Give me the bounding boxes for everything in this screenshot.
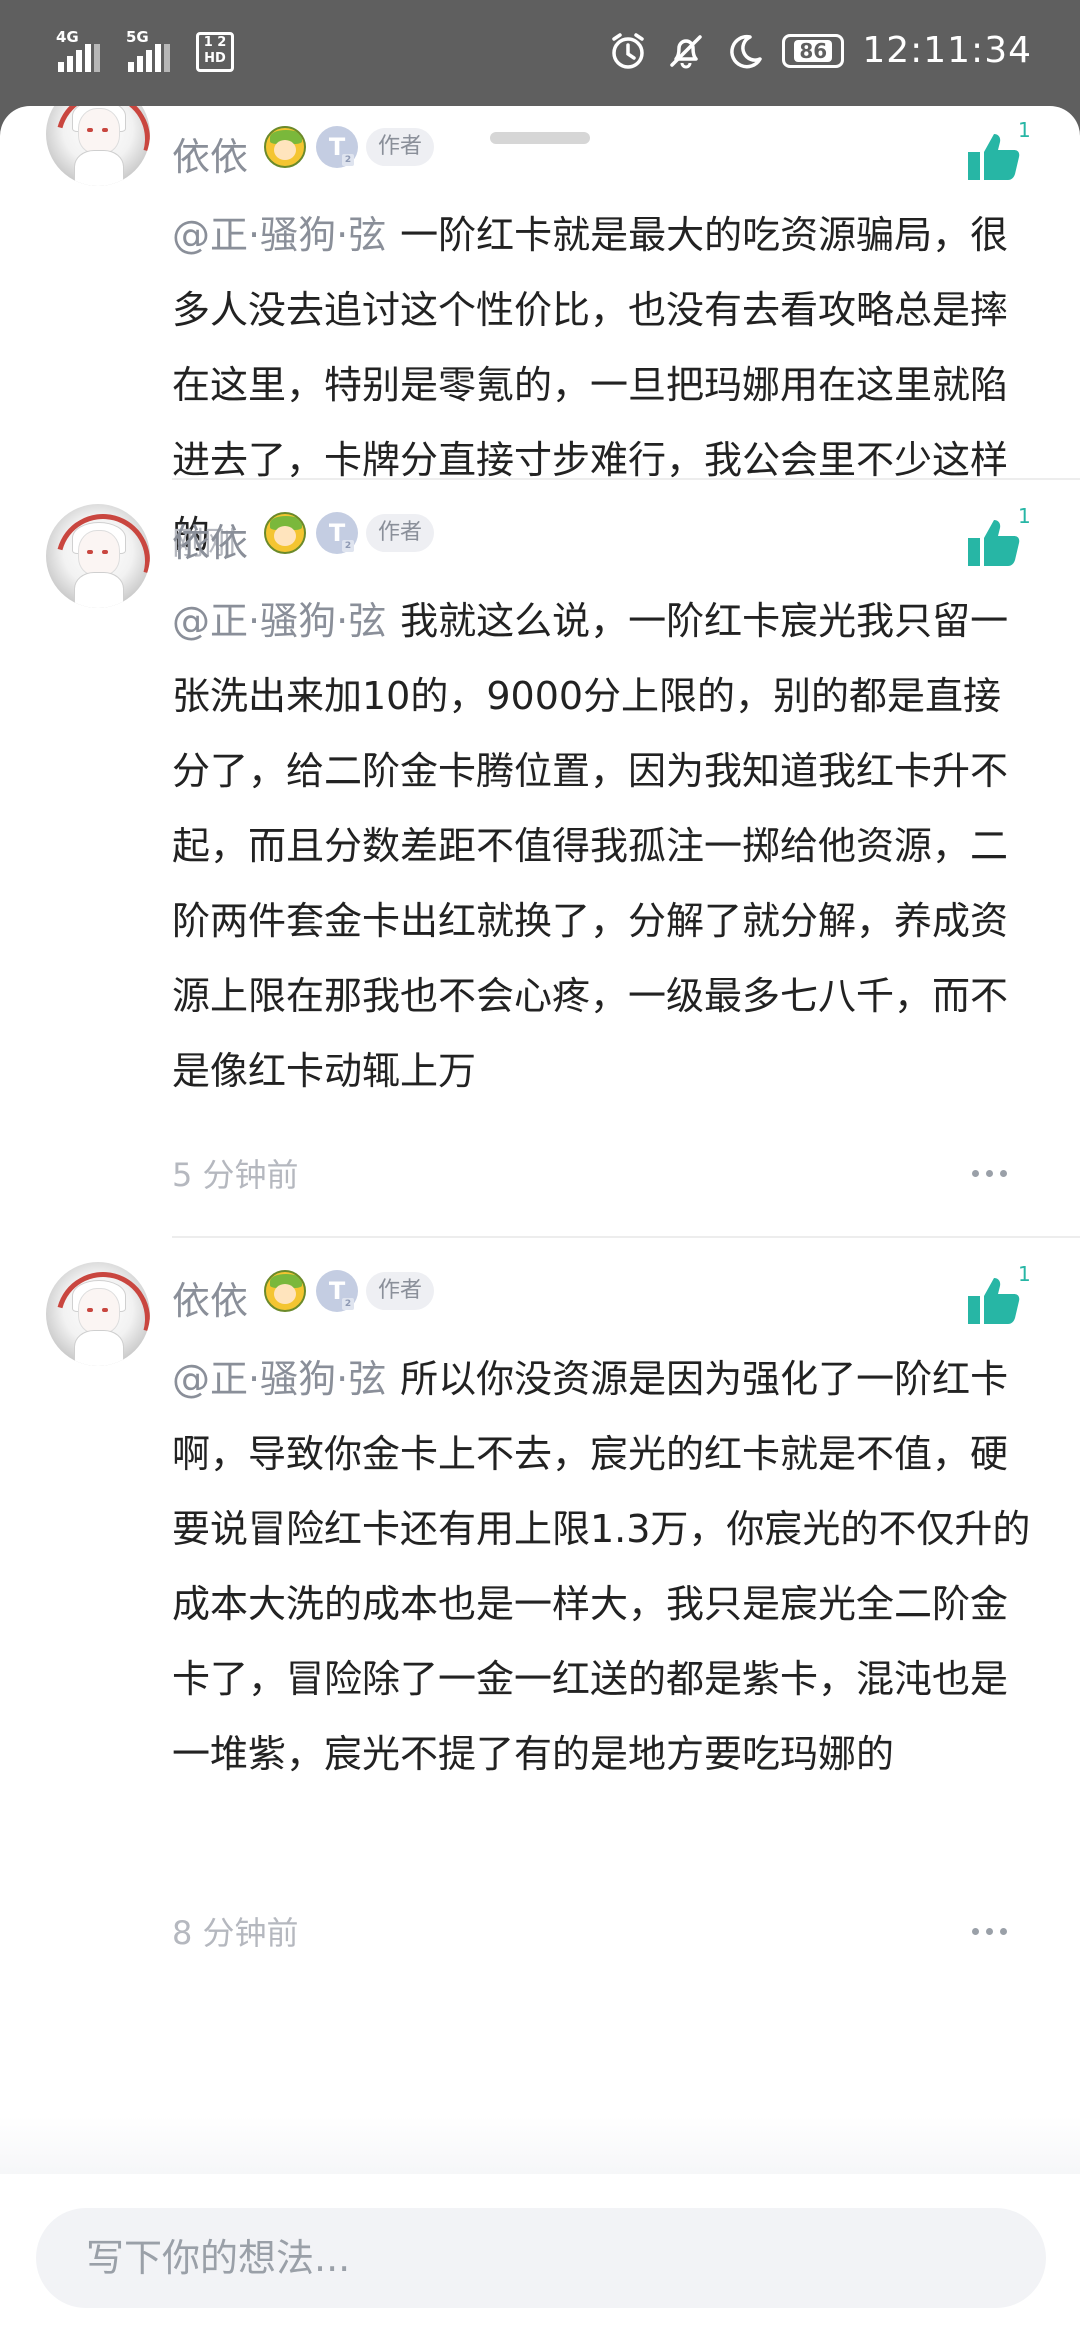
thumbs-up-icon[interactable] (964, 1272, 1024, 1328)
status-left: 4G 5G 1 2 HD (56, 28, 234, 72)
comment-author-name[interactable]: 依依 (172, 1270, 248, 1325)
avatar[interactable] (46, 106, 150, 186)
alarm-icon (612, 32, 645, 69)
author-tag: 作者 (366, 128, 434, 166)
scroll-fade (0, 2116, 1080, 2178)
clock: 12:11:34 (862, 30, 1032, 71)
thumbs-up-icon[interactable] (964, 514, 1024, 570)
status-right: 86 12:11:34 (608, 30, 1032, 71)
mention-link[interactable]: @正·骚狗·弦 (172, 213, 386, 257)
more-icon[interactable] (972, 1928, 1012, 1938)
comment-text: 一阶红卡就是最大的吃资源骗局，很多人没去追讨这个性价比，也没有去看攻略总是摔在这… (172, 213, 1009, 557)
hd-icon: 1 2 HD (196, 32, 234, 72)
title-badge-icon: T2 (316, 512, 358, 554)
comment-sheet[interactable]: 依依 T2 作者 1 @正·骚狗·弦 一阶红卡就是最大的吃资源骗局，很多人没去追讨… (0, 106, 1080, 2340)
signal-icon: 5G (126, 28, 174, 72)
comment-text: 所以你没资源是因为强化了一阶红卡啊，导致你金卡上不去，宸光的红卡就是不值，硬要说… (172, 1357, 1031, 1776)
battery-level: 86 (794, 39, 833, 62)
avatar[interactable] (46, 1262, 150, 1366)
like-count: 1 (1018, 504, 1031, 528)
comment-author-name[interactable]: 依依 (172, 512, 248, 567)
sheet-drag-handle[interactable] (490, 132, 590, 144)
author-tag: 作者 (366, 1272, 434, 1310)
comment-text: 我就这么说，一阶红卡宸光我只留一张洗出来加10的，9000分上限的，别的都是直接… (172, 599, 1009, 1093)
battery-indicator: 86 (782, 33, 845, 68)
moon-icon (730, 34, 763, 68)
author-tag: 作者 (366, 514, 434, 552)
like-count: 1 (1018, 118, 1031, 142)
thumbs-up-icon[interactable] (964, 128, 1024, 184)
level-badge-icon (264, 512, 306, 554)
like-count: 1 (1018, 1262, 1031, 1286)
level-badge-icon (264, 1270, 306, 1312)
comment-time: 5 分钟前 (172, 1156, 299, 1194)
comment-composer (0, 2174, 1080, 2340)
title-badge-icon: T2 (316, 126, 358, 168)
comment-time: 8 分钟前 (172, 1914, 299, 1952)
more-icon[interactable] (972, 1170, 1012, 1180)
comment-body: @正·骚狗·弦 一阶红卡就是最大的吃资源骗局，很多人没去追讨这个性价比，也没有去看… (172, 198, 1034, 573)
signal-icon: 4G (56, 28, 104, 72)
divider (172, 1236, 1080, 1238)
mention-link[interactable]: @正·骚狗·弦 (172, 599, 386, 643)
comment-body: @正·骚狗·弦 我就这么说，一阶红卡宸光我只留一张洗出来加10的，9000分上限的… (172, 584, 1034, 1109)
bell-off-icon (670, 34, 703, 68)
divider (172, 478, 1080, 480)
level-badge-icon (264, 126, 306, 168)
comment-input[interactable] (36, 2208, 1046, 2308)
mention-link[interactable]: @正·骚狗·弦 (172, 1357, 386, 1401)
status-bar: 4G 5G 1 2 HD 86 12:11:34 (0, 0, 1080, 108)
title-badge-icon: T2 (316, 1270, 358, 1312)
avatar[interactable] (46, 504, 150, 608)
comment-author-name[interactable]: 依依 (172, 126, 248, 181)
comment-body: @正·骚狗·弦 所以你没资源是因为强化了一阶红卡啊，导致你金卡上不去，宸光的红卡就… (172, 1342, 1034, 1792)
